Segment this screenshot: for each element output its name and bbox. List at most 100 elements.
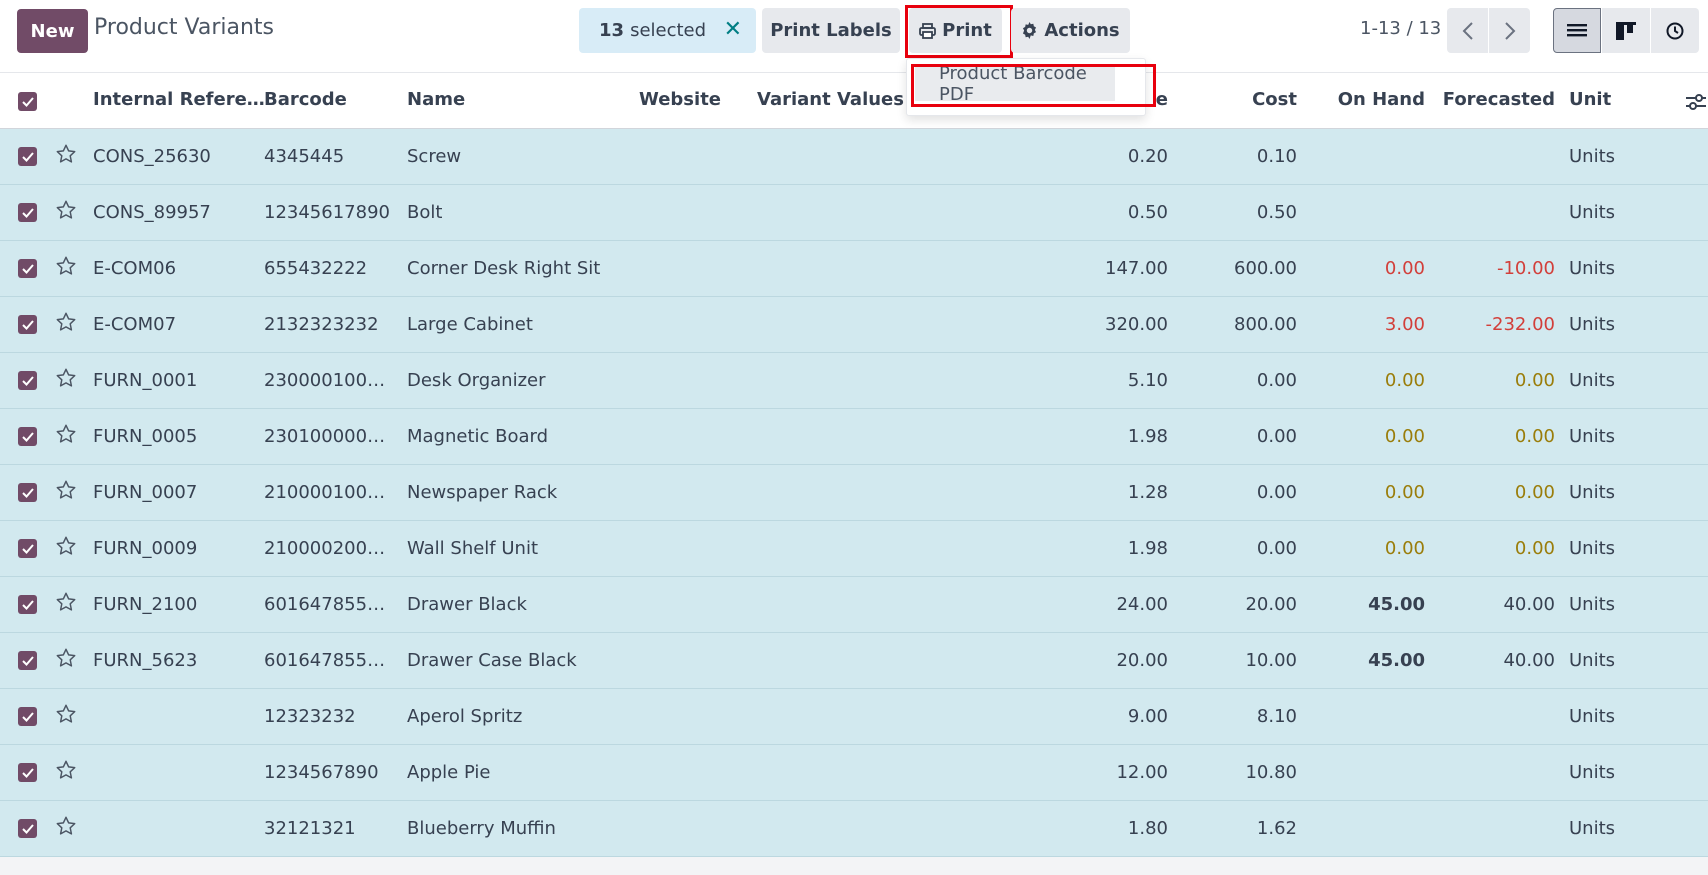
kanban-view-button[interactable] <box>1602 8 1650 53</box>
star-icon[interactable] <box>55 311 77 338</box>
checkmark-icon <box>21 319 34 330</box>
cell-barcode: 12323232 <box>264 706 356 727</box>
row-checkbox[interactable] <box>18 371 37 390</box>
checkmark-icon <box>21 207 34 218</box>
cell-cost: 1.62 <box>1256 818 1297 839</box>
row-checkbox[interactable] <box>18 483 37 502</box>
cell-internal-reference: FURN_0001 <box>93 370 198 391</box>
star-icon[interactable] <box>55 367 77 394</box>
star-icon[interactable] <box>55 759 77 786</box>
cell-unit: Units <box>1569 762 1616 783</box>
checkmark-icon <box>21 263 34 274</box>
column-website[interactable]: Website <box>639 89 721 110</box>
star-icon[interactable] <box>55 535 77 562</box>
row-checkbox[interactable] <box>18 259 37 278</box>
cell-cost: 600.00 <box>1234 258 1297 279</box>
star-icon[interactable] <box>55 815 77 842</box>
column-unit[interactable]: Unit <box>1569 89 1611 110</box>
cell-sales-price: 0.20 <box>1127 146 1168 167</box>
cell-sales-price: 12.00 <box>1116 762 1168 783</box>
star-icon[interactable] <box>55 647 77 674</box>
cell-cost: 0.00 <box>1256 370 1297 391</box>
clear-selection-icon[interactable]: ✕ <box>724 17 742 42</box>
pager-previous-button[interactable] <box>1447 8 1488 53</box>
cell-barcode: 32121321 <box>264 818 356 839</box>
cell-sales-price: 0.50 <box>1127 202 1168 223</box>
row-checkbox[interactable] <box>18 651 37 670</box>
cell-cost: 10.80 <box>1245 762 1297 783</box>
checkmark-icon <box>21 711 34 722</box>
row-checkbox[interactable] <box>18 147 37 166</box>
cell-cost: 800.00 <box>1234 314 1297 335</box>
select-all-checkbox[interactable] <box>18 92 37 111</box>
table-row[interactable]: 12323232 Aperol Spritz 9.00 8.10 Units <box>0 689 1708 745</box>
star-icon[interactable] <box>55 199 77 226</box>
checkmark-icon <box>21 151 34 162</box>
cell-internal-reference: CONS_25630 <box>93 146 211 167</box>
star-icon[interactable] <box>55 703 77 730</box>
cell-name: Bolt <box>407 202 443 223</box>
row-checkbox[interactable] <box>18 539 37 558</box>
star-icon[interactable] <box>55 423 77 450</box>
optional-columns-icon[interactable] <box>1686 93 1706 111</box>
star-icon[interactable] <box>55 255 77 282</box>
cell-internal-reference: FURN_2100 <box>93 594 198 615</box>
row-checkbox[interactable] <box>18 595 37 614</box>
checkmark-icon <box>21 767 34 778</box>
cell-cost: 10.00 <box>1245 650 1297 671</box>
cell-cost: 8.10 <box>1256 706 1297 727</box>
row-checkbox[interactable] <box>18 763 37 782</box>
table-row[interactable]: 32121321 Blueberry Muffin 1.80 1.62 Units <box>0 801 1708 857</box>
cell-sales-price: 320.00 <box>1105 314 1168 335</box>
row-checkbox[interactable] <box>18 203 37 222</box>
table-row[interactable]: FURN_0009 210000200… Wall Shelf Unit 1.98 0.… <box>0 521 1708 577</box>
actions-button[interactable]: Actions <box>1011 8 1130 53</box>
table-row[interactable]: CONS_89957 12345617890 Bolt 0.50 0.50 Units <box>0 185 1708 241</box>
dropdown-highlight-box <box>911 64 1156 107</box>
table-row[interactable]: E-COM07 2132323232 Large Cabinet 320.00 800.… <box>0 297 1708 353</box>
cell-barcode: 601647855… <box>264 650 386 671</box>
cell-sales-price: 20.00 <box>1116 650 1168 671</box>
pager-value[interactable]: 1-13 / 13 <box>1360 18 1441 39</box>
pager-next-button[interactable] <box>1489 8 1530 53</box>
column-barcode[interactable]: Barcode <box>264 89 347 110</box>
table-row[interactable]: FURN_0001 230000100… Desk Organizer 5.10 0.0… <box>0 353 1708 409</box>
column-on-hand[interactable]: On Hand <box>1330 89 1425 110</box>
star-icon[interactable] <box>55 591 77 618</box>
cell-unit: Units <box>1569 818 1616 839</box>
row-checkbox[interactable] <box>18 707 37 726</box>
list-view-button[interactable] <box>1553 8 1601 53</box>
column-internal-reference[interactable]: Internal Refere… <box>93 89 265 110</box>
table-row[interactable]: FURN_2100 601647855… Drawer Black 24.00 20.0… <box>0 577 1708 633</box>
table-header: Internal Refere… Barcode Name Website Va… <box>0 73 1708 129</box>
cell-barcode: 601647855… <box>264 594 386 615</box>
checkmark-icon <box>21 96 34 107</box>
checkmark-icon <box>21 655 34 666</box>
cell-unit: Units <box>1569 538 1616 559</box>
table-row[interactable]: FURN_5623 601647855… Drawer Case Black 20.0… <box>0 633 1708 689</box>
row-checkbox[interactable] <box>18 819 37 838</box>
row-checkbox[interactable] <box>18 315 37 334</box>
column-variant-values[interactable]: Variant Values <box>757 89 904 110</box>
selected-count: 13 <box>599 20 625 41</box>
activity-view-button[interactable] <box>1651 8 1699 53</box>
table-row[interactable]: E-COM06 655432222 Corner Desk Right Sit 147… <box>0 241 1708 297</box>
table-row[interactable]: CONS_25630 4345445 Screw 0.20 0.10 Units <box>0 129 1708 185</box>
cell-name: Corner Desk Right Sit <box>407 258 601 279</box>
table-row[interactable]: FURN_0007 210000100… Newspaper Rack 1.28 0.0… <box>0 465 1708 521</box>
row-checkbox[interactable] <box>18 427 37 446</box>
table-row[interactable]: 1234567890 Apple Pie 12.00 10.80 Units <box>0 745 1708 801</box>
cell-sales-price: 1.28 <box>1127 482 1168 503</box>
star-icon[interactable] <box>55 479 77 506</box>
cell-barcode: 210000200… <box>264 538 386 559</box>
print-labels-button[interactable]: Print Labels <box>762 8 900 53</box>
table-row[interactable]: FURN_0005 230100000… Magnetic Board 1.98 0.0… <box>0 409 1708 465</box>
column-cost[interactable]: Cost <box>1230 89 1297 110</box>
star-icon[interactable] <box>55 143 77 170</box>
cell-barcode: 230000100… <box>264 370 386 391</box>
column-forecasted[interactable]: Forecasted <box>1440 89 1555 110</box>
cell-unit: Units <box>1569 370 1616 391</box>
column-name[interactable]: Name <box>407 89 465 110</box>
new-button[interactable]: New <box>17 9 88 53</box>
cell-on-hand: 0.00 <box>1384 482 1425 503</box>
